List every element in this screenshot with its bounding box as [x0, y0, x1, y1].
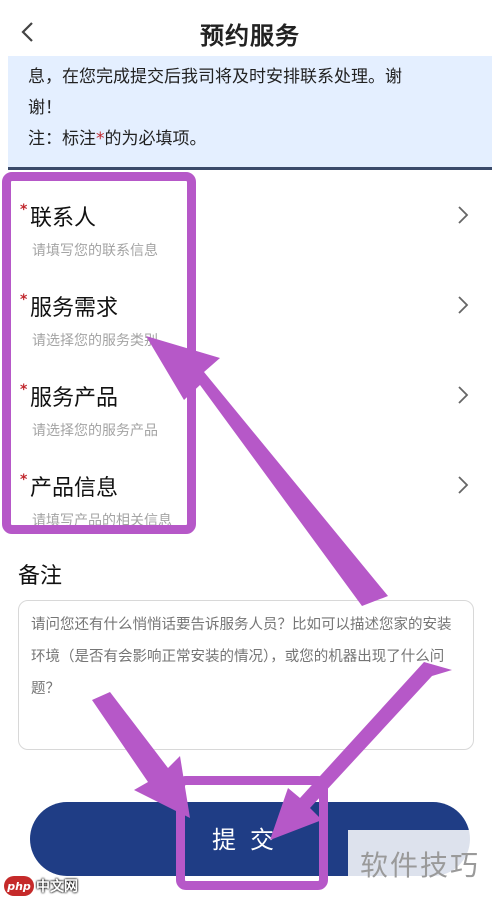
remarks-textarea[interactable]: [18, 600, 474, 750]
notice-line-2: 谢！: [28, 98, 62, 118]
field-label: 产品信息: [30, 476, 119, 501]
remarks-title: 备注: [18, 564, 63, 589]
required-note: 注：标注*的为必填项。: [28, 124, 472, 155]
required-note-prefix: 注：标注: [28, 129, 96, 149]
required-star: *: [20, 472, 28, 488]
field-hint: 请选择您的服务类别: [32, 333, 158, 349]
chevron-right-icon: [458, 386, 469, 404]
watermark-right: 软件技巧: [348, 830, 500, 900]
field-label: 服务产品: [30, 386, 119, 411]
required-star: *: [96, 129, 105, 149]
watermark-site: 中文网: [36, 879, 78, 895]
required-star: *: [20, 292, 28, 308]
watermark-left: php 中文网: [0, 872, 78, 900]
notice-panel: 息，在您完成提交后我司将及时安排联系处理。谢 谢！ 注：标注*的为必填项。: [8, 56, 492, 170]
field-product-info[interactable]: * 产品信息 请填写产品的相关信息: [8, 452, 492, 542]
field-label: 服务需求: [30, 296, 119, 321]
php-logo: php: [4, 876, 34, 896]
field-service-product[interactable]: * 服务产品 请选择您的服务产品: [8, 362, 492, 452]
required-star: *: [20, 202, 28, 218]
notice-line-1: 息，在您完成提交后我司将及时安排联系处理。谢: [28, 67, 402, 87]
chevron-right-icon: [458, 296, 469, 314]
chevron-right-icon: [458, 476, 469, 494]
field-hint: 请填写产品的相关信息: [32, 513, 172, 529]
field-contact[interactable]: * 联系人 请填写您的联系信息: [8, 182, 492, 272]
page-title: 预约服务: [200, 22, 300, 50]
required-star: *: [20, 382, 28, 398]
watermark-text: 软件技巧: [360, 849, 481, 882]
field-hint: 请选择您的服务产品: [32, 423, 158, 439]
chevron-right-icon: [458, 206, 469, 224]
required-note-suffix: 的为必填项。: [104, 129, 207, 149]
app-header: 预约服务: [0, 0, 500, 64]
field-service-need[interactable]: * 服务需求 请选择您的服务类别: [8, 272, 492, 362]
field-hint: 请填写您的联系信息: [32, 243, 158, 259]
field-label: 联系人: [30, 206, 97, 231]
